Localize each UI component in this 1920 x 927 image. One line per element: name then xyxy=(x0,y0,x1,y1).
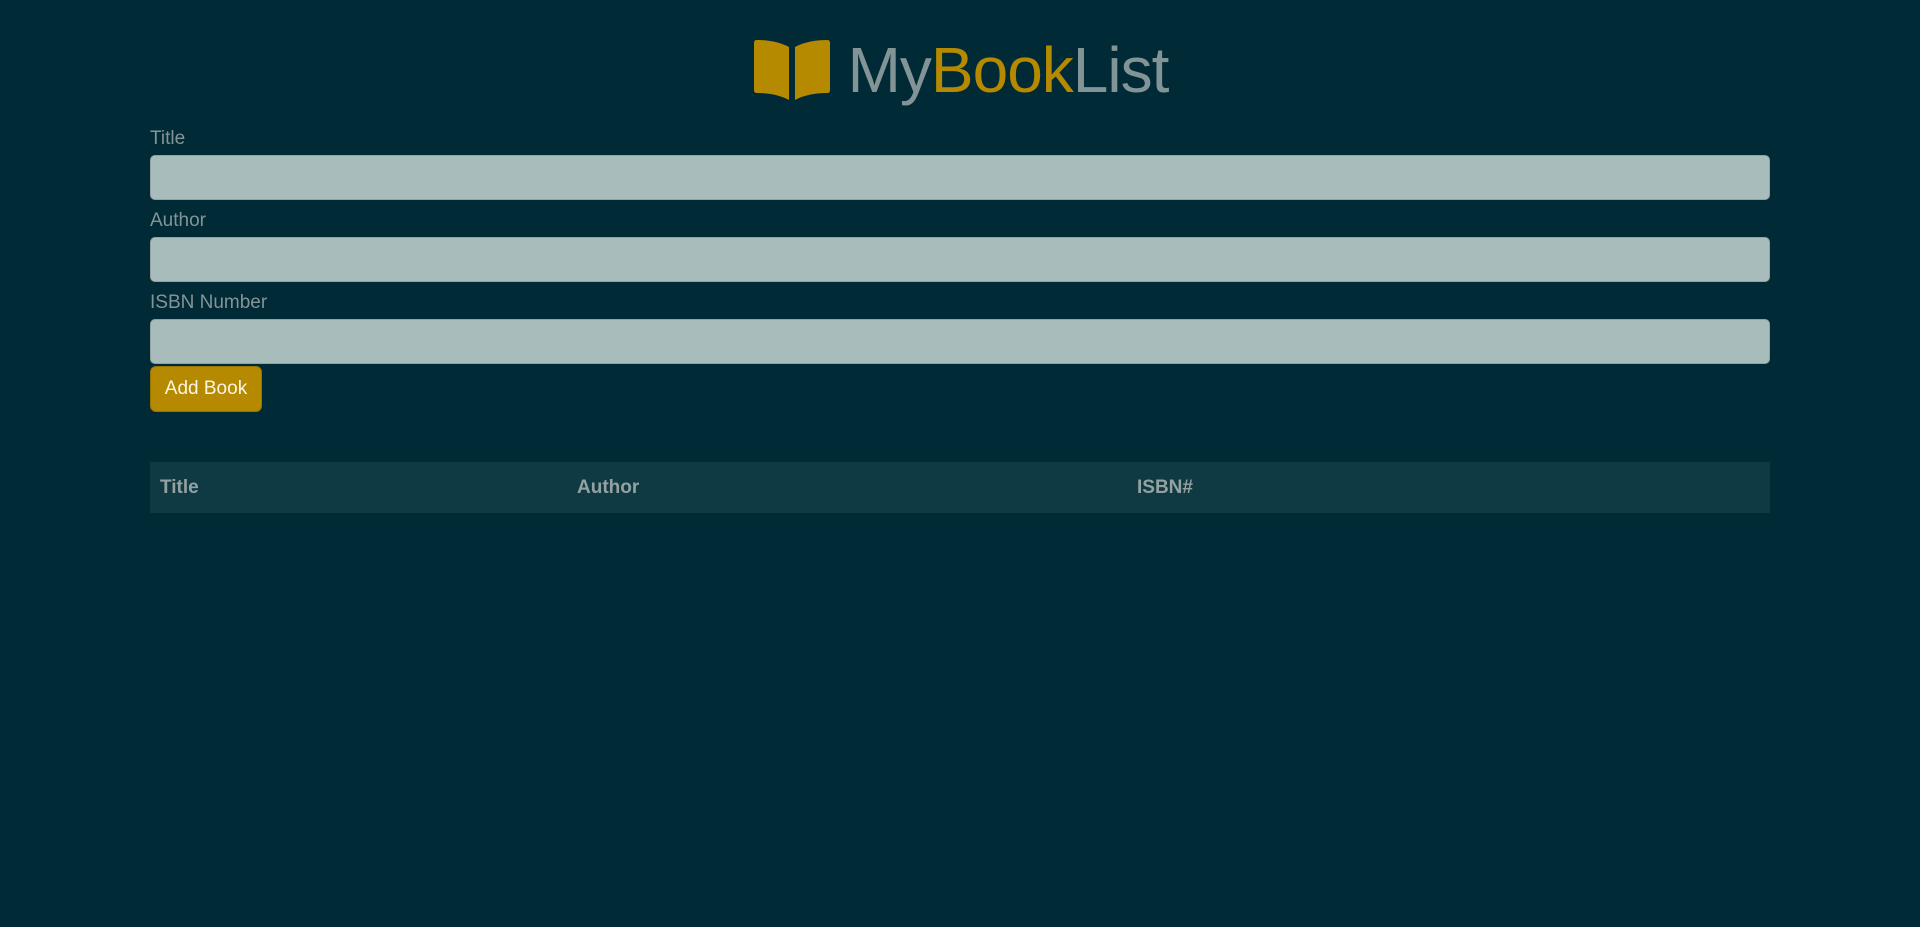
book-open-icon xyxy=(752,39,832,101)
add-book-form: Title Author ISBN Number Add Book xyxy=(150,128,1770,412)
brand-list: List xyxy=(1072,34,1170,106)
table-header: Title Author ISBN# xyxy=(150,462,1770,513)
isbn-input[interactable] xyxy=(150,319,1770,364)
table-header-row: Title Author ISBN# xyxy=(150,462,1770,513)
add-book-button[interactable]: Add Book xyxy=(150,366,262,412)
title-label: Title xyxy=(150,128,186,149)
brand-book: Book xyxy=(930,34,1074,106)
brand-my: My xyxy=(847,34,932,106)
title-input[interactable] xyxy=(150,155,1770,200)
app-title: MyBookList xyxy=(848,38,1170,102)
app-header: MyBookList xyxy=(150,38,1770,102)
column-header-isbn: ISBN# xyxy=(1137,476,1193,498)
book-list-table: Title Author ISBN# xyxy=(150,462,1770,513)
column-header-title: Title xyxy=(160,476,199,498)
author-label: Author xyxy=(150,210,206,231)
column-header-author: Author xyxy=(577,476,640,498)
author-input[interactable] xyxy=(150,237,1770,282)
isbn-label: ISBN Number xyxy=(150,292,268,313)
